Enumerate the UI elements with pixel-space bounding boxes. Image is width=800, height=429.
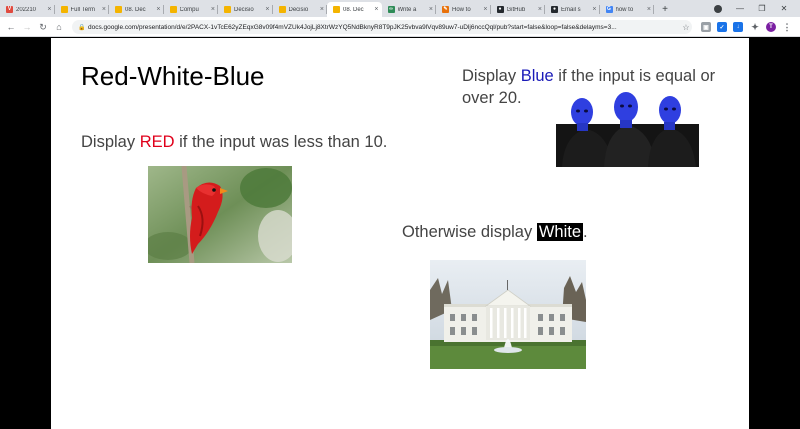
url-text[interactable]: docs.google.com/presentation/d/e/2PACX-1… [88,24,680,31]
tab-label: Compu [179,6,199,13]
avatar[interactable]: T [766,22,776,32]
white-rule-prefix: Otherwise display [402,223,537,241]
close-icon[interactable]: × [592,6,596,13]
tab-label: Write a [397,6,417,13]
white-rule-suffix: . [583,223,588,241]
minimize-icon[interactable]: — [730,0,750,17]
tab-6[interactable]: 08. Dec × [327,2,382,17]
tab-5[interactable]: Decisio × [273,2,328,17]
google-icon: G [605,6,613,13]
tab-4[interactable]: Decisio × [218,2,273,17]
back-icon[interactable]: ← [4,20,18,34]
close-icon[interactable]: × [320,6,324,13]
extension-icon[interactable]: ▣ [701,22,711,32]
tab-label: Decisio [234,6,254,13]
forward-icon[interactable]: → [20,20,34,34]
white-rule-text: Otherwise display White. [402,221,588,243]
close-icon[interactable]: × [47,6,51,13]
address-bar[interactable]: 🔒 docs.google.com/presentation/d/e/2PACX… [72,20,692,34]
new-tab-button[interactable]: + [658,2,672,17]
browser-menu-icon[interactable]: ⋮ [782,22,792,32]
tab-label: How to [452,6,471,13]
blue-highlight: Blue [520,67,554,85]
tab-label: 202210 [16,6,37,13]
close-icon[interactable]: × [265,6,269,13]
tab-1[interactable]: Full Term × [55,2,110,17]
pen-icon: ✎ [442,6,449,13]
tab-8[interactable]: ✎ How to × [436,2,491,17]
close-icon[interactable]: × [102,6,106,13]
tab-10[interactable]: ● Email s × [545,2,600,17]
tab-label: how to [615,6,634,13]
white-highlight: White [536,223,583,241]
extensions-puzzle-icon[interactable]: ✦ [750,22,760,32]
reload-icon[interactable]: ↻ [36,20,50,34]
tab-7[interactable]: ∞ Write a × [382,2,437,17]
tab-9[interactable]: ● GitHub × [491,2,546,17]
white-house-image [430,260,586,369]
blue-rule-prefix: Display [462,67,521,85]
red-bird-image [148,166,292,263]
tab-strip: V 202210 × Full Term × 08. Dec × Compu × Decisio ×… [0,0,800,17]
browser-toolbar: ← → ↻ ⌂ 🔒 docs.google.com/presentation/d… [0,17,800,37]
close-window-icon[interactable]: ✕ [774,0,794,17]
close-icon[interactable]: × [156,6,160,13]
link-icon: ∞ [387,6,395,13]
tab-label: 08. Dec [343,6,364,13]
slides-icon [115,6,122,13]
lock-icon: 🔒 [78,24,86,31]
bookmark-star-icon[interactable]: ☆ [680,23,692,32]
profile-menu-icon[interactable] [708,0,728,17]
github-icon: ● [551,6,558,13]
tab-11[interactable]: Ghow to × [600,2,655,17]
slides-icon [278,6,286,13]
tab-label: GitHub [506,6,526,13]
tab-2[interactable]: 08. Dec × [109,2,164,17]
red-rule-text: Display RED if the input was less than 1… [81,131,387,153]
maximize-icon[interactable]: ❐ [752,0,772,17]
home-icon[interactable]: ⌂ [52,20,66,34]
tab-0[interactable]: V 202210 × [0,2,55,17]
tab-label: 08. Dec [125,6,146,13]
red-highlight: RED [139,133,175,151]
github-icon: ● [496,6,504,13]
tab-label: Full Term [70,6,96,13]
v-icon: V [6,6,13,13]
close-icon[interactable]: × [538,6,542,13]
slide-title: Red-White-Blue [81,61,265,91]
tab-label: Decisio [288,6,309,13]
extension-icon[interactable]: ↓ [733,22,743,32]
red-rule-prefix: Display [81,133,140,151]
blue-man-group-image [556,91,699,167]
close-icon[interactable]: × [429,6,433,13]
slides-icon [169,6,177,13]
tab-label: Email s [561,6,581,13]
tab-3[interactable]: Compu × [164,2,219,17]
slide: Red-White-Blue Display Blue if the input… [51,38,749,429]
close-icon[interactable]: × [211,6,215,13]
extension-icon[interactable]: ✓ [717,22,727,32]
tab-list: V 202210 × Full Term × 08. Dec × Compu × Decisio ×… [0,0,654,17]
close-icon[interactable]: × [647,6,651,13]
red-rule-suffix: if the input was less than 10. [174,133,388,151]
slides-icon [333,6,340,13]
close-icon[interactable]: × [374,6,378,13]
slides-icon [60,6,68,13]
slides-icon [224,6,231,13]
close-icon[interactable]: × [483,6,487,13]
